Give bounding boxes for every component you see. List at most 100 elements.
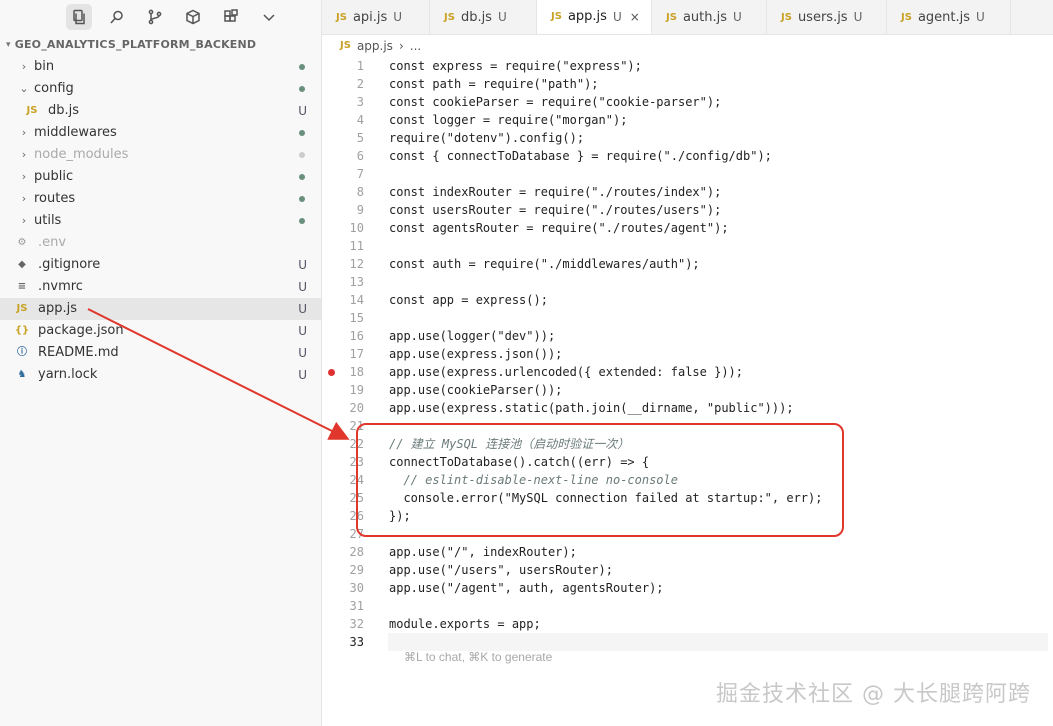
line-number[interactable]: 8 [322,183,364,201]
extensions-cube-icon[interactable] [180,4,206,30]
tab-users-js[interactable]: JS users.js U [767,0,887,34]
tab-auth-js[interactable]: JS auth.js U [652,0,767,34]
line-number[interactable]: 7 [322,165,364,183]
code-line[interactable]: 5 require("dotenv").config(); [322,129,1053,147]
line-number[interactable]: 15 [322,309,364,327]
source-control-icon[interactable] [142,4,168,30]
code-line[interactable]: 20 app.use(express.static(path.join(__dir… [322,399,1053,417]
modified-dot [299,86,305,92]
line-number[interactable]: 1 [322,57,364,75]
tree-file-env[interactable]: ⚙ .env [0,232,321,254]
line-number[interactable]: 19 [322,381,364,399]
ignored-dot [299,152,305,158]
line-number[interactable]: 10 [322,219,364,237]
code-line[interactable]: 3 const cookieParser = require("cookie-pa… [322,93,1053,111]
code-text: const indexRouter = require("./routes/in… [389,185,722,199]
code-line[interactable]: 7 [322,165,1053,183]
untracked-badge: U [298,324,307,338]
close-icon[interactable]: × [630,10,640,24]
line-number[interactable]: 32 [322,615,364,633]
line-number[interactable]: 5 [322,129,364,147]
line-number[interactable]: 12 [322,255,364,273]
tree-folder-utils[interactable]: › utils [0,210,321,232]
code-line[interactable]: 15 [322,309,1053,327]
code-line[interactable]: 4 const logger = require("morgan"); [322,111,1053,129]
code-text: app.use(cookieParser()); [389,383,563,397]
tab-app-js[interactable]: JS app.js U × [537,0,652,34]
line-number[interactable]: 2 [322,75,364,93]
code-line[interactable]: 28 app.use("/", indexRouter); [322,543,1053,561]
tree-folder-node-modules[interactable]: › node_modules [0,144,321,166]
breakpoint-dot[interactable] [328,369,335,376]
tree-file-nvmrc[interactable]: ≡ .nvmrc U [0,276,321,298]
line-number[interactable]: 6 [322,147,364,165]
line-number[interactable]: 20 [322,399,364,417]
tree-folder-routes[interactable]: › routes [0,188,321,210]
tree-file-readme[interactable]: ⓘ README.md U [0,342,321,364]
code-line[interactable]: 14 const app = express(); [322,291,1053,309]
modified-dot [299,218,305,224]
breadcrumb[interactable]: JS app.js › ... [340,36,421,56]
chevron-down-icon[interactable] [256,4,282,30]
code-line[interactable]: 13 [322,273,1053,291]
tree-file-db-js[interactable]: JS db.js U [0,100,321,122]
code-line[interactable]: 16 app.use(logger("dev")); [322,327,1053,345]
line-number[interactable]: 3 [322,93,364,111]
inline-ai-hint: ⌘L to chat, ⌘K to generate [404,650,553,664]
line-number[interactable]: 11 [322,237,364,255]
tree-folder-middlewares[interactable]: › middlewares [0,122,321,144]
explorer-icon[interactable] [66,4,92,30]
code-editor[interactable]: 1 const express = require("express"); 2 con… [322,56,1053,726]
line-number[interactable]: 17 [322,345,364,363]
annotation-highlight-box [356,423,844,537]
tree-folder-bin[interactable]: › bin [0,56,321,78]
code-line[interactable]: 29 app.use("/users", usersRouter); [322,561,1053,579]
code-line[interactable]: 8 const indexRouter = require("./routes/i… [322,183,1053,201]
line-number[interactable]: 16 [322,327,364,345]
tree-file-yarn-lock[interactable]: ♞ yarn.lock U [0,364,321,386]
line-number[interactable]: 4 [322,111,364,129]
code-line[interactable]: 9 const usersRouter = require("./routes/u… [322,201,1053,219]
line-number[interactable]: 33 [322,633,364,651]
yarn-cat-icon: ♞ [17,369,27,380]
code-line[interactable]: 19 app.use(cookieParser()); [322,381,1053,399]
chevron-right-icon: › [398,39,404,53]
tree-file-app-js[interactable]: JS app.js U [0,298,321,320]
code-line[interactable]: 6 const { connectToDatabase } = require("… [322,147,1053,165]
search-icon[interactable] [104,4,130,30]
breadcrumb-more[interactable]: ... [410,36,421,56]
line-number[interactable]: 13 [322,273,364,291]
line-number[interactable]: 30 [322,579,364,597]
code-line[interactable]: 11 [322,237,1053,255]
line-number[interactable]: 31 [322,597,364,615]
tree-file-package-json[interactable]: {} package.json U [0,320,321,342]
tab-agent-js[interactable]: JS agent.js U [887,0,1011,34]
line-number[interactable]: 28 [322,543,364,561]
tab-api-js[interactable]: JS api.js U [322,0,430,34]
code-line[interactable]: 12 const auth = require("./middlewares/au… [322,255,1053,273]
code-line[interactable]: 1 const express = require("express"); [322,57,1053,75]
tree-folder-public[interactable]: › public [0,166,321,188]
code-line[interactable]: 18 app.use(express.urlencoded({ extended:… [322,363,1053,381]
line-number[interactable]: 9 [322,201,364,219]
project-title[interactable]: ▾ GEO_ANALYTICS_PLATFORM_BACKEND [0,34,321,56]
code-line[interactable]: 31 [322,597,1053,615]
chevron-right-icon: › [21,214,27,227]
code-line[interactable]: 17 app.use(express.json()); [322,345,1053,363]
breadcrumb-file[interactable]: app.js [357,36,393,56]
code-line[interactable]: 10 const agentsRouter = require("./routes… [322,219,1053,237]
line-number[interactable]: 29 [322,561,364,579]
extensions-grid-icon[interactable] [218,4,244,30]
code-line[interactable]: 30 app.use("/agent", auth, agentsRouter); [322,579,1053,597]
code-line[interactable]: 33 [322,633,1053,651]
code-line[interactable]: 32 module.exports = app; [322,615,1053,633]
tab-db-js[interactable]: JS db.js U [430,0,537,34]
modified-dot [299,196,305,202]
tree-folder-config[interactable]: ⌄ config [0,78,321,100]
project-title-label: GEO_ANALYTICS_PLATFORM_BACKEND [14,38,257,51]
code-line[interactable]: 2 const path = require("path"); [322,75,1053,93]
modified-dot [299,174,305,180]
js-file-icon: JS [901,11,912,23]
line-number[interactable]: 14 [322,291,364,309]
tree-file-gitignore[interactable]: ◆ .gitignore U [0,254,321,276]
